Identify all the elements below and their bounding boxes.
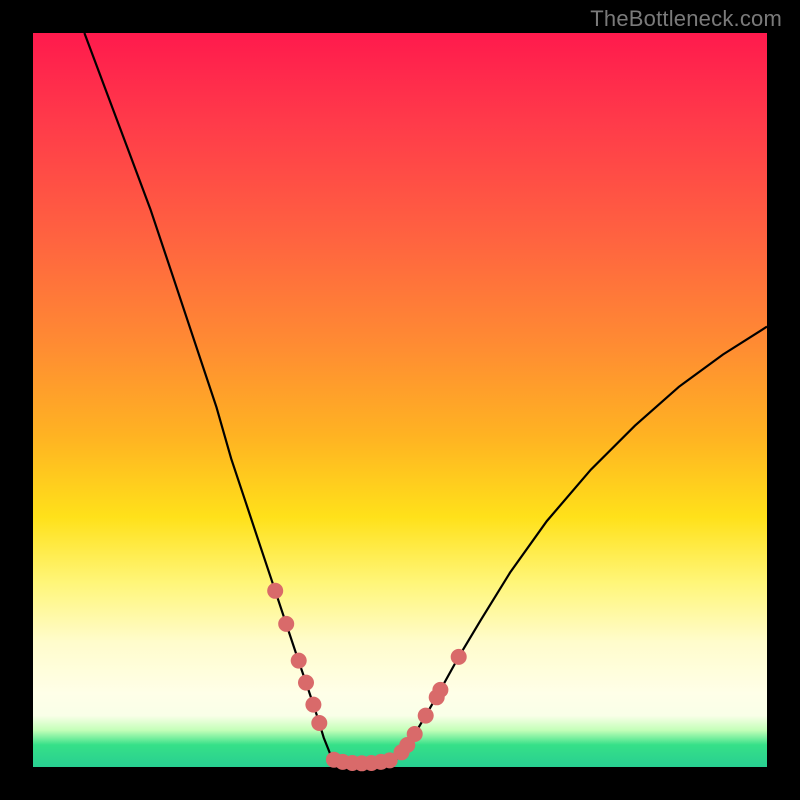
bottleneck-curve-right xyxy=(396,327,767,760)
marker-dots-group xyxy=(267,583,467,772)
marker-dot xyxy=(278,616,294,632)
marker-dot xyxy=(291,653,307,669)
marker-dot xyxy=(451,649,467,665)
marker-dot xyxy=(418,708,434,724)
marker-dot xyxy=(305,697,321,713)
marker-dot xyxy=(267,583,283,599)
chart-svg xyxy=(0,0,800,800)
marker-dot xyxy=(407,726,423,742)
bottleneck-curve-left xyxy=(84,33,334,760)
outer-frame: TheBottleneck.com xyxy=(0,0,800,800)
marker-dot xyxy=(298,675,314,691)
curve-layer xyxy=(84,33,767,763)
marker-dot xyxy=(432,682,448,698)
marker-dot xyxy=(311,715,327,731)
